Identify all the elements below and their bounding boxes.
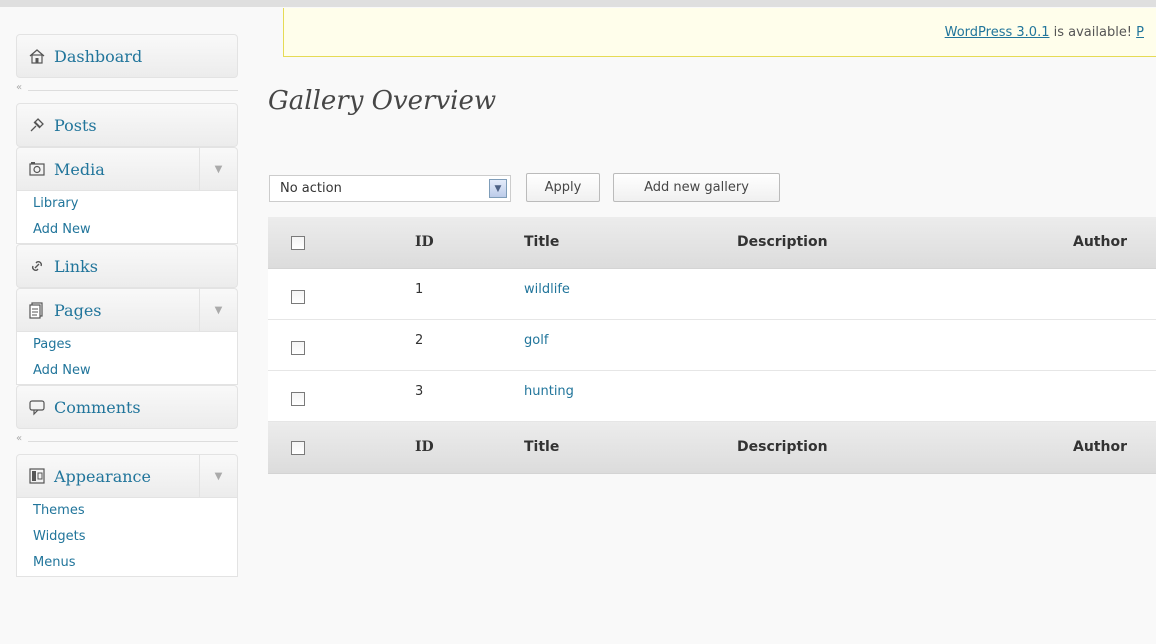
submenu-item-add-new-page[interactable]: Add New [17,358,237,384]
row-id: 3 [415,384,424,399]
column-header-description[interactable]: Description [737,234,828,250]
column-footer-id[interactable]: ID [415,439,434,455]
table-footer: ID Title Description Author [268,422,1156,474]
update-now-link[interactable]: P [1136,25,1144,40]
menu-comments[interactable]: Comments [16,385,238,429]
menu-media-label: Media [54,159,105,179]
menu-media[interactable]: Media ▼ [16,147,238,191]
pin-icon [26,115,48,135]
row-id: 2 [415,333,424,348]
update-notice: WordPress 3.0.1 is available! P [283,8,1156,57]
collapse-arrow-icon[interactable]: « [16,82,26,93]
bulk-action-value: No action [280,181,342,196]
menu-pages-toggle[interactable]: ▼ [199,289,237,331]
menu-appearance[interactable]: Appearance ▼ [16,454,238,498]
menu-comments-label: Comments [54,397,141,417]
pages-submenu: Pages Add New [16,332,238,385]
comment-icon [26,397,48,417]
link-icon [26,256,48,276]
submenu-item-themes[interactable]: Themes [17,498,237,524]
submenu-item-widgets[interactable]: Widgets [17,524,237,550]
pages-icon [26,300,48,320]
select-all-checkbox[interactable] [291,236,305,250]
menu-posts[interactable]: Posts [16,103,238,147]
row-id: 1 [415,282,424,297]
submenu-item-menus[interactable]: Menus [17,550,237,576]
table-row: 2 golf [268,320,1156,371]
appearance-submenu: Themes Widgets Menus [16,498,238,577]
row-title-link[interactable]: hunting [524,384,574,399]
gallery-table: ID Title Description Author 1 wildlife 2… [268,217,1156,474]
select-all-checkbox-footer[interactable] [291,441,305,455]
menu-separator: « [16,429,238,454]
column-footer-title[interactable]: Title [524,439,559,455]
menu-links[interactable]: Links [16,244,238,288]
table-header: ID Title Description Author [268,217,1156,269]
menu-pages-label: Pages [54,300,102,320]
apply-button[interactable]: Apply [526,173,600,202]
bulk-action-select[interactable]: No action ▼ [269,175,511,202]
page-title: Gallery Overview [268,86,497,116]
menu-links-label: Links [54,256,98,276]
menu-media-toggle[interactable]: ▼ [199,148,237,190]
home-icon [26,46,48,66]
column-header-author[interactable]: Author [1073,234,1127,250]
update-notice-text: is available! [1049,25,1137,40]
table-row: 1 wildlife [268,269,1156,320]
admin-menu: Dashboard « Posts Media ▼ Library Add Ne… [16,34,238,577]
menu-separator: « [16,78,238,103]
collapse-arrow-icon[interactable]: « [16,433,26,444]
row-title-link[interactable]: golf [524,333,548,348]
menu-pages[interactable]: Pages ▼ [16,288,238,332]
menu-posts-label: Posts [54,115,97,135]
menu-appearance-toggle[interactable]: ▼ [199,455,237,497]
appearance-icon [26,466,48,486]
column-header-title[interactable]: Title [524,234,559,250]
row-checkbox[interactable] [291,392,305,406]
column-footer-description[interactable]: Description [737,439,828,455]
menu-appearance-label: Appearance [54,466,151,486]
submenu-item-pages[interactable]: Pages [17,332,237,358]
menu-dashboard-label: Dashboard [54,46,143,66]
menu-dashboard[interactable]: Dashboard [16,34,238,78]
submenu-item-library[interactable]: Library [17,191,237,217]
submenu-item-add-new-media[interactable]: Add New [17,217,237,243]
update-version-link[interactable]: WordPress 3.0.1 [945,25,1050,40]
media-submenu: Library Add New [16,191,238,244]
row-checkbox[interactable] [291,290,305,304]
row-title-link[interactable]: wildlife [524,282,570,297]
table-row: 3 hunting [268,371,1156,422]
admin-top-bar [0,0,1156,7]
column-header-id[interactable]: ID [415,234,434,250]
column-footer-author[interactable]: Author [1073,439,1127,455]
row-checkbox[interactable] [291,341,305,355]
chevron-down-icon[interactable]: ▼ [489,179,507,198]
add-gallery-button[interactable]: Add new gallery [613,173,780,202]
camera-icon [26,159,48,179]
